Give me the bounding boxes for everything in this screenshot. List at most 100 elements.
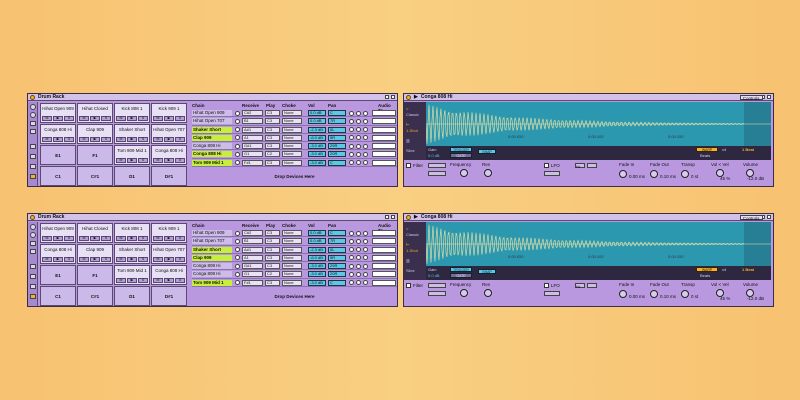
choke-select[interactable]: None (282, 143, 302, 150)
chain-play-icon[interactable] (235, 238, 240, 244)
pad-solo-button[interactable]: S (138, 158, 148, 163)
chain-volume[interactable]: -2.3 dB (308, 246, 326, 253)
chain-pan[interactable]: 0L (328, 246, 346, 253)
pad-mute-button[interactable]: M (79, 116, 89, 121)
chain-solo-icon[interactable] (356, 151, 361, 157)
receive-select[interactable]: F#1 (242, 159, 263, 166)
chain-mute-icon[interactable] (349, 143, 354, 149)
beats-value[interactable]: 1 Beat (742, 147, 754, 152)
pad-solo-button[interactable]: S (175, 116, 185, 121)
pad-play-button[interactable]: ▶ (53, 236, 63, 241)
chain-name[interactable]: Clap 909 (192, 254, 232, 261)
drum-pad[interactable]: Hihat Open 707 M ▶ S (151, 244, 187, 264)
tab-controls[interactable]: Controls (739, 215, 763, 221)
res-knob[interactable] (484, 289, 492, 297)
chain-play-icon[interactable] (235, 135, 240, 141)
chain-pan[interactable]: C (328, 279, 346, 286)
receive-select[interactable]: G1 (242, 151, 263, 158)
pad-play-button[interactable]: ▶ (164, 257, 174, 262)
pad-view-icon[interactable] (30, 264, 36, 269)
tab-controls[interactable]: Controls (739, 95, 763, 101)
chain-solo-icon[interactable] (356, 263, 361, 269)
chain-row[interactable]: Clap 909 A1 C3 None -6.0 dB 5R (192, 254, 397, 263)
chain-mute-icon[interactable] (349, 160, 354, 166)
drum-pad[interactable]: F1 (77, 265, 113, 285)
chain-solo-icon[interactable] (356, 127, 361, 133)
pad-play-button[interactable]: ▶ (127, 257, 137, 262)
drum-pad[interactable]: Kick 909 1 M ▶ S (151, 223, 187, 243)
chain-play-icon[interactable] (235, 110, 240, 116)
choke-select[interactable]: None (282, 230, 302, 236)
play-select[interactable]: C3 (265, 110, 280, 116)
drum-pad[interactable]: Kick 808 1 M ▶ S (114, 103, 150, 123)
chain-mute-icon[interactable] (349, 263, 354, 269)
drum-pad[interactable]: F1 (77, 145, 113, 165)
audio-to-select[interactable] (372, 134, 396, 141)
play-select[interactable]: C3 (265, 143, 280, 150)
chain-volume[interactable]: -3.0 dB (308, 279, 326, 286)
chain-pan[interactable]: 5R (328, 134, 346, 141)
chain-solo-icon[interactable] (356, 118, 361, 124)
chain-hotswap-icon[interactable] (363, 160, 368, 166)
pad-solo-button[interactable]: S (101, 257, 111, 262)
receive-select[interactable]: F#1 (242, 279, 263, 286)
play-select[interactable]: C3 (265, 230, 280, 236)
pad-solo-button[interactable]: S (175, 278, 185, 283)
pad-play-button[interactable]: ▶ (127, 137, 137, 142)
receive-select[interactable]: A1 (242, 134, 263, 141)
mode-one-shot[interactable]: 1-Shot (406, 248, 418, 253)
save-preset-icon[interactable] (385, 95, 389, 99)
choke-select[interactable]: None (282, 263, 302, 270)
warp-mode[interactable]: x4 (722, 267, 726, 272)
receive-select[interactable]: A1 (242, 254, 263, 261)
pad-mute-button[interactable]: M (153, 158, 163, 163)
pad-solo-button[interactable]: S (101, 137, 111, 142)
pad-mute-button[interactable]: M (79, 236, 89, 241)
drum-pad[interactable]: D#1 (151, 286, 187, 306)
device-toggle-icon[interactable] (30, 241, 36, 246)
device-power-icon[interactable] (406, 94, 411, 100)
device-power-icon[interactable] (406, 214, 411, 220)
pad-mute-button[interactable]: M (42, 116, 52, 121)
send-toggle-icon[interactable] (30, 164, 36, 169)
chain-mute-icon[interactable] (349, 271, 354, 277)
receive-select[interactable]: G#1 (242, 263, 263, 270)
pad-mute-button[interactable]: M (79, 137, 89, 142)
classic-mode-icon[interactable]: ○ (406, 226, 408, 231)
choke-select[interactable]: None (282, 118, 302, 125)
pad-solo-button[interactable]: S (101, 236, 111, 241)
chain-volume[interactable]: -3.0 dB (308, 151, 326, 158)
chain-name[interactable]: Hihat Open 909 (192, 230, 232, 236)
mode-slice[interactable]: Slice (406, 148, 415, 153)
choke-select[interactable]: None (282, 254, 302, 261)
chain-list-toggle-icon[interactable] (30, 232, 36, 238)
drum-pad[interactable]: E1 (40, 145, 76, 165)
device-power-icon[interactable] (30, 214, 35, 220)
chain-row[interactable]: Hihat Open 909 C#2 C3 None 0.0 dB C (192, 229, 397, 238)
pad-solo-button[interactable]: S (138, 116, 148, 121)
pad-play-button[interactable]: ▶ (90, 137, 100, 142)
one-shot-mode-icon[interactable]: ⊢ (406, 242, 409, 247)
audio-to-select[interactable] (372, 254, 396, 261)
receive-select[interactable]: A#1 (242, 126, 263, 133)
pad-mute-button[interactable]: M (79, 257, 89, 262)
chain-pan[interactable]: 0L (328, 126, 346, 133)
drum-pad[interactable]: Kick 909 1 M ▶ S (151, 103, 187, 123)
chain-play-icon[interactable] (235, 151, 240, 157)
res-knob[interactable] (484, 169, 492, 177)
play-select[interactable]: C2 (265, 271, 280, 278)
play-select[interactable]: C3 (265, 134, 280, 141)
pad-play-button[interactable]: ▶ (127, 236, 137, 241)
audio-to-select[interactable] (372, 151, 396, 158)
chain-pan[interactable]: 7R (328, 238, 346, 245)
one-shot-mode-icon[interactable]: ⊢ (406, 122, 409, 127)
pad-mute-button[interactable]: M (116, 236, 126, 241)
chain-play-icon[interactable] (235, 230, 240, 236)
gate-button[interactable]: GATE (450, 153, 472, 158)
receive-select[interactable]: B1 (242, 238, 263, 245)
pad-solo-button[interactable]: S (138, 137, 148, 142)
chain-hotswap-icon[interactable] (363, 143, 368, 149)
play-select[interactable]: C3 (265, 254, 280, 261)
gain-value[interactable]: 0.0 dB (428, 153, 440, 158)
drum-pad[interactable]: C1 (40, 166, 76, 186)
